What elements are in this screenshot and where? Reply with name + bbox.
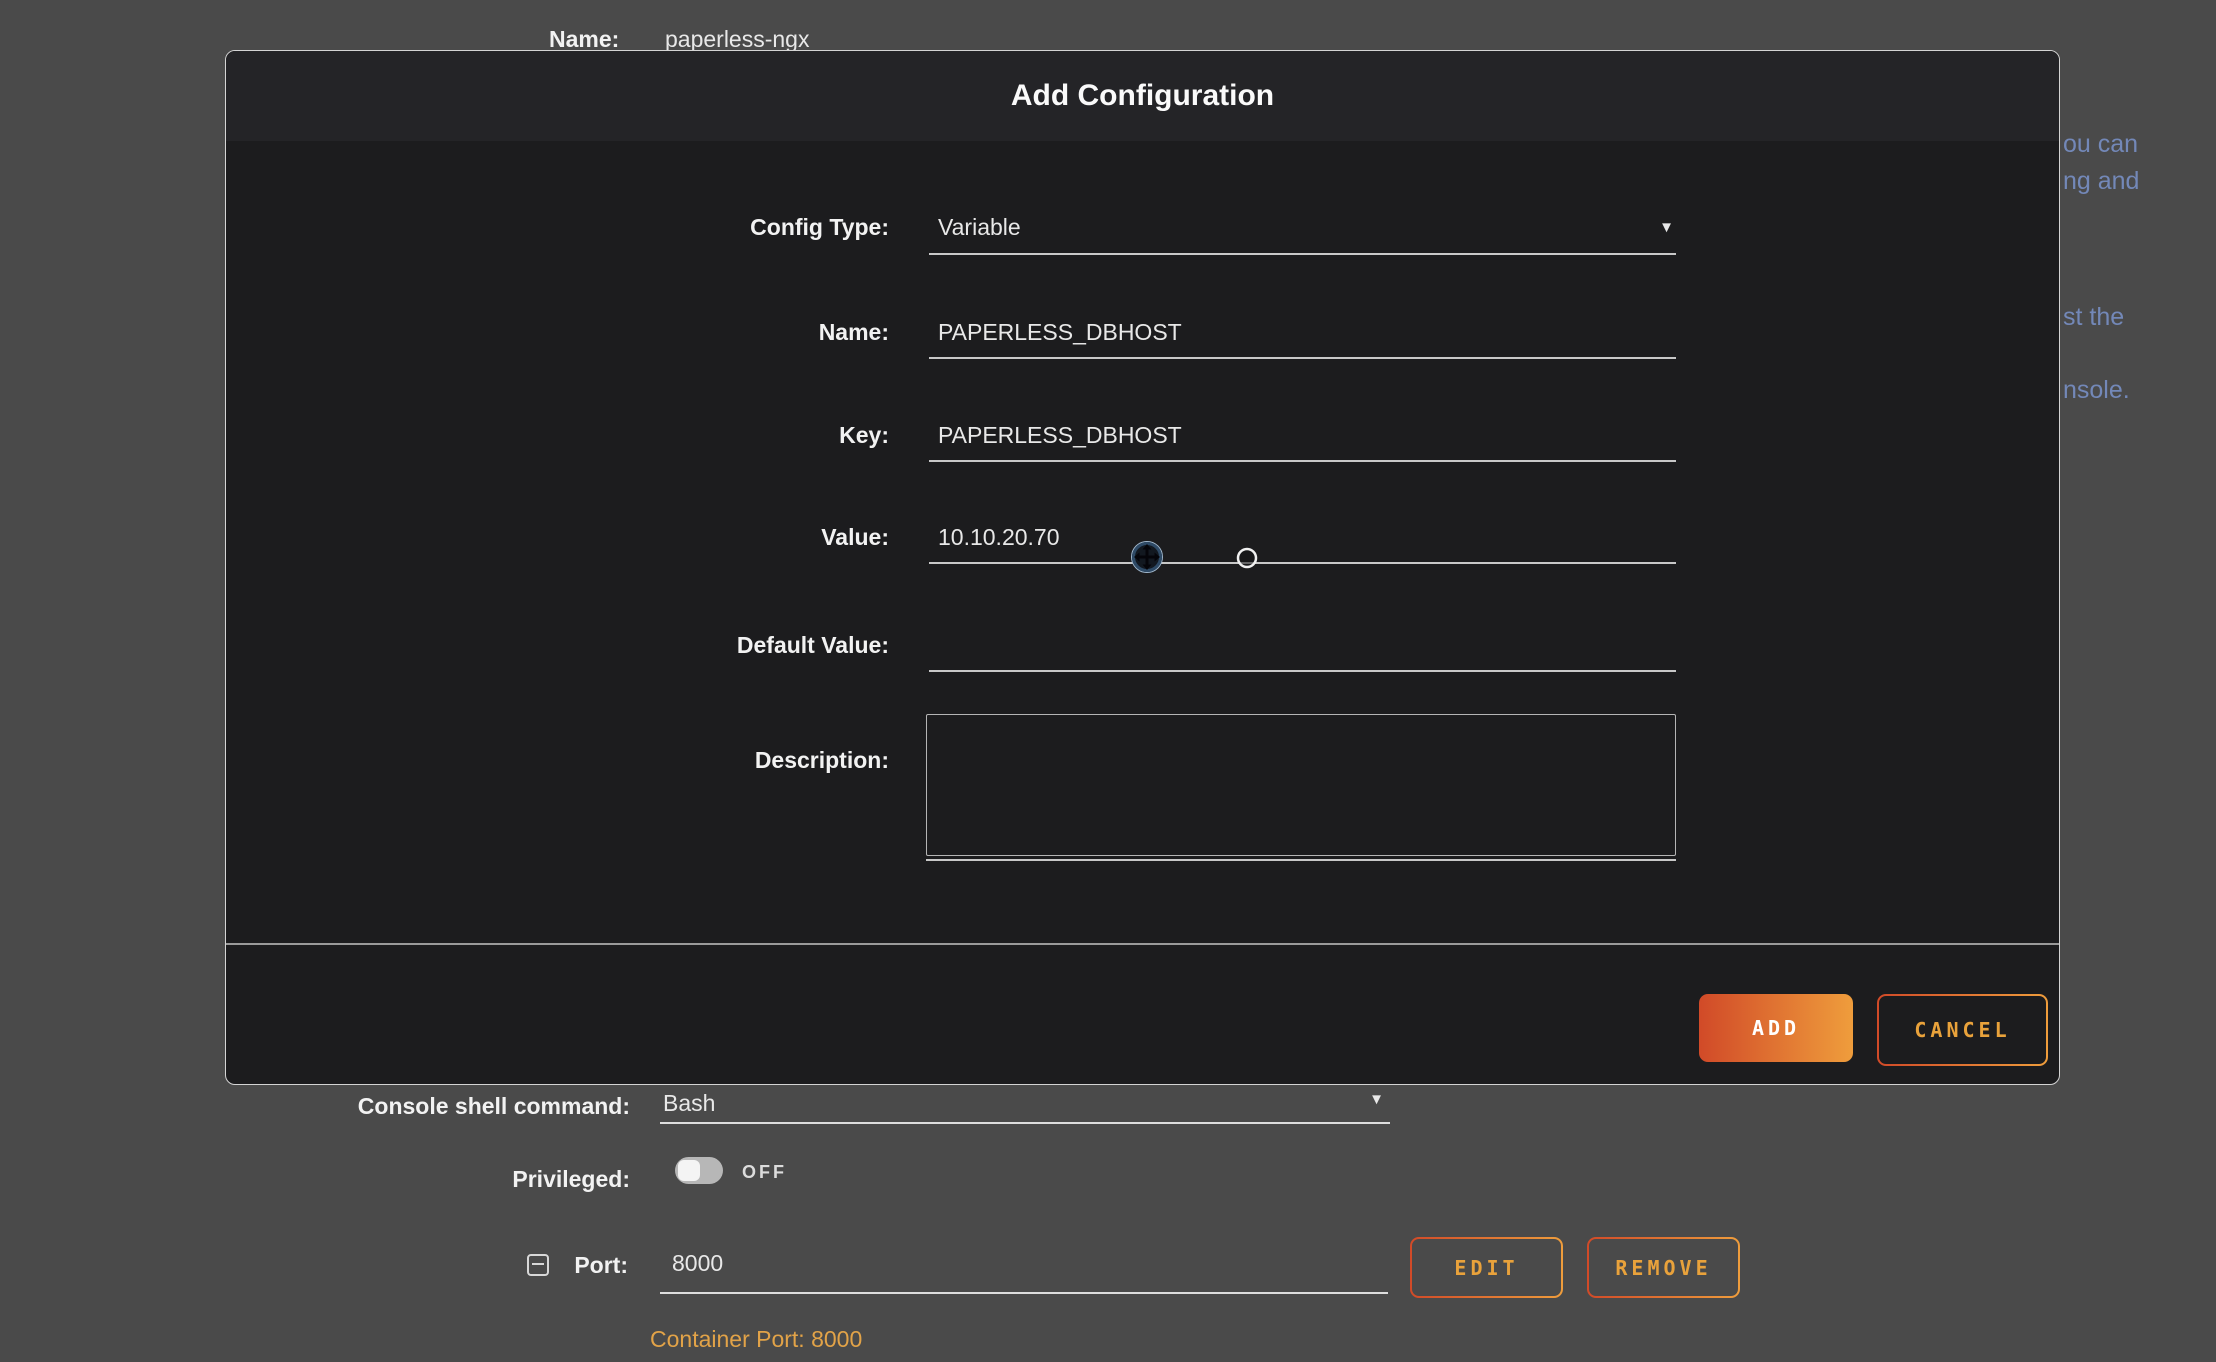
container-port-text: Container Port: 8000	[650, 1326, 862, 1353]
toggle-knob-icon	[678, 1160, 700, 1181]
screen: Name: paperless-ngx ou can ng and st the…	[0, 0, 2216, 1362]
default-value-label: Default Value:	[737, 632, 889, 659]
value-label: Value:	[821, 524, 889, 551]
bg-help-text-fragment: ou can	[2063, 130, 2138, 159]
chevron-down-icon[interactable]: ▼	[1659, 220, 1674, 235]
console-shell-label: Console shell command:	[358, 1093, 630, 1120]
config-type-label: Config Type:	[750, 214, 889, 241]
name-input[interactable]	[929, 319, 1685, 346]
dialog-header: Add Configuration	[226, 51, 2059, 141]
port-input[interactable]: 8000	[660, 1250, 1388, 1294]
bg-name-value: paperless-ngx	[665, 26, 809, 53]
privileged-label: Privileged:	[512, 1166, 630, 1193]
move-cursor-icon	[1132, 542, 1163, 573]
chevron-down-icon[interactable]: ▼	[1369, 1092, 1384, 1107]
bg-name-label: Name:	[549, 26, 619, 53]
bg-help-text-fragment: ng and	[2063, 167, 2139, 196]
value-input[interactable]	[929, 524, 1685, 551]
default-value-input[interactable]	[929, 632, 1685, 659]
bg-help-text-fragment: nsole.	[2063, 376, 2130, 405]
add-button[interactable]: ADD	[1699, 994, 1853, 1062]
footer-separator	[226, 943, 2059, 945]
console-shell-select[interactable]: Bash ▼	[660, 1090, 1390, 1124]
privileged-state: OFF	[742, 1162, 787, 1183]
collapse-minus-icon[interactable]	[527, 1254, 549, 1276]
cursor-overlay	[1120, 530, 1280, 586]
console-shell-value: Bash	[660, 1090, 715, 1116]
description-underline	[926, 859, 1676, 861]
dialog-title: Add Configuration	[1011, 79, 1274, 113]
click-indicator-icon	[1238, 549, 1256, 567]
port-value: 8000	[660, 1250, 723, 1276]
cancel-button[interactable]: CANCEL	[1877, 994, 2048, 1066]
description-textarea[interactable]	[927, 715, 1675, 855]
edit-button[interactable]: EDIT	[1410, 1237, 1563, 1298]
name-label: Name:	[819, 319, 889, 346]
config-type-select[interactable]: Variable ▼	[929, 214, 1676, 255]
privileged-toggle[interactable]	[675, 1157, 723, 1184]
key-label: Key:	[839, 422, 889, 449]
port-label: Port:	[574, 1252, 628, 1279]
key-input[interactable]	[929, 422, 1685, 449]
remove-button[interactable]: REMOVE	[1587, 1237, 1740, 1298]
bg-help-text-fragment: st the	[2063, 303, 2124, 332]
description-label: Description:	[755, 747, 889, 774]
